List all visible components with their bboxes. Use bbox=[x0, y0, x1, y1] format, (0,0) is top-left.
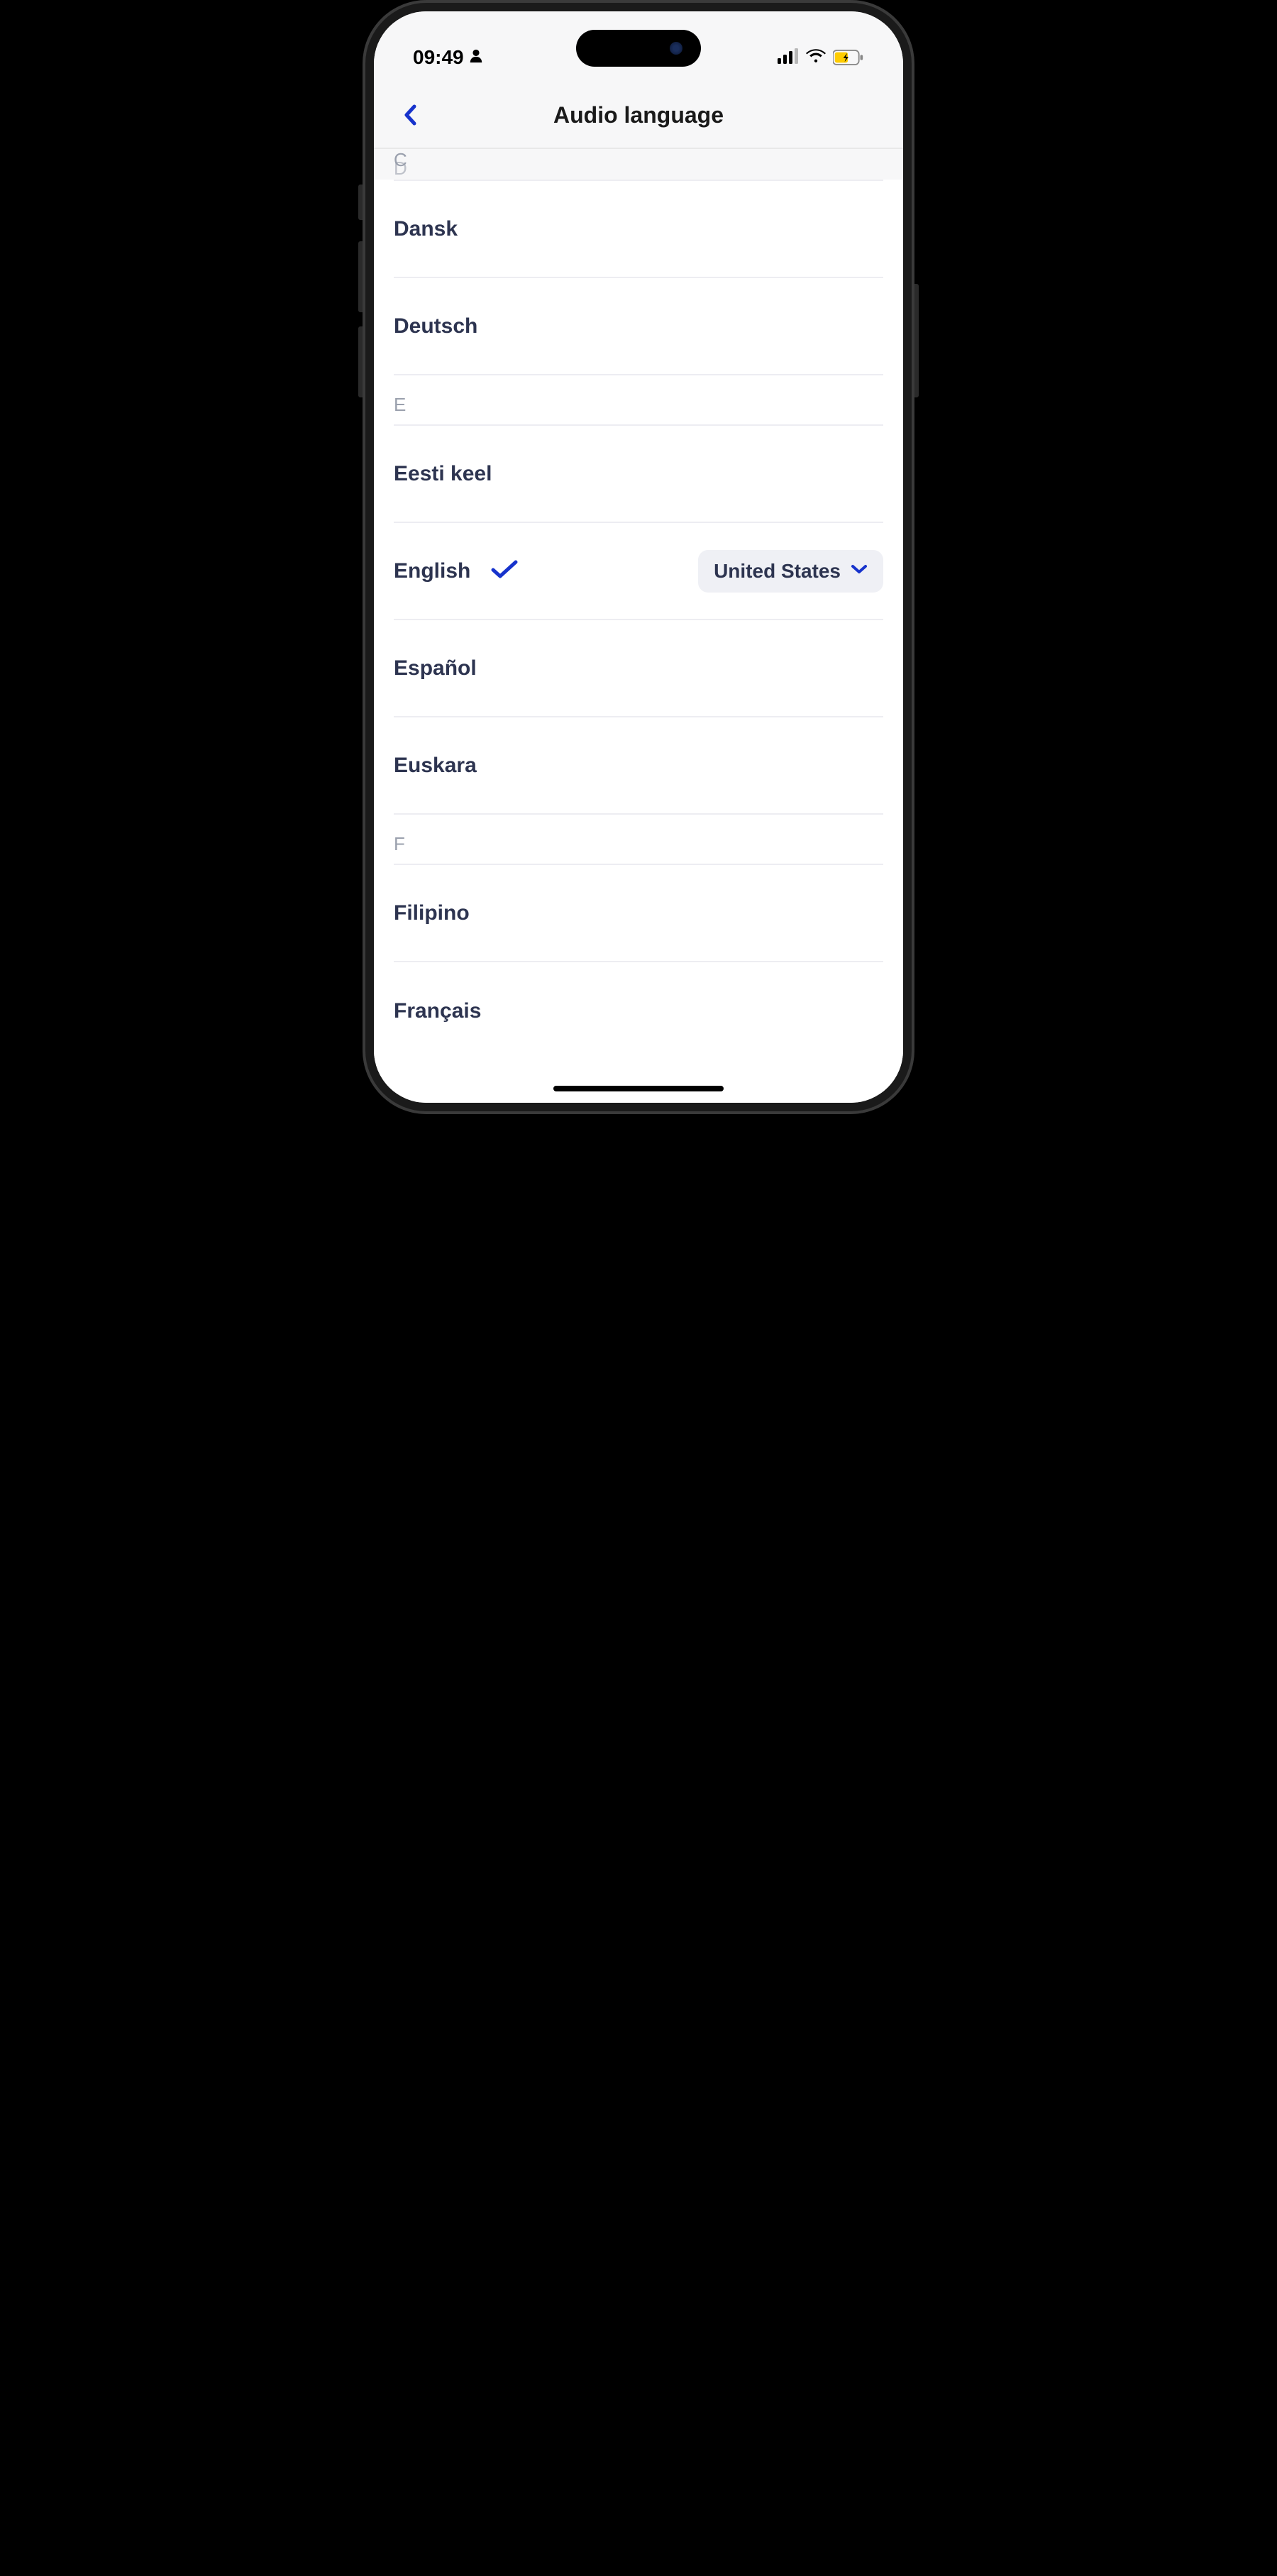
phone-volume-up bbox=[358, 241, 363, 312]
language-item-dansk[interactable]: Dansk bbox=[394, 181, 883, 278]
language-name: English bbox=[394, 559, 470, 583]
header: Audio language bbox=[374, 82, 903, 149]
checkmark-icon bbox=[490, 558, 519, 583]
language-item-english[interactable]: English United States bbox=[394, 523, 883, 620]
chevron-down-icon bbox=[851, 563, 868, 578]
status-time: 09:49 bbox=[413, 46, 464, 69]
phone-frame: 09:49 bbox=[363, 0, 914, 1114]
language-item-espanol[interactable]: Español bbox=[394, 620, 883, 717]
language-name: Deutsch bbox=[394, 314, 477, 338]
page-title: Audio language bbox=[374, 102, 903, 128]
language-item-eesti[interactable]: Eesti keel bbox=[394, 426, 883, 523]
screen: 09:49 bbox=[374, 11, 903, 1103]
phone-side-button bbox=[358, 185, 363, 220]
language-name: Dansk bbox=[394, 217, 458, 241]
dynamic-island bbox=[576, 30, 701, 67]
language-item-filipino[interactable]: Filipino bbox=[394, 865, 883, 962]
region-selector[interactable]: United States bbox=[698, 550, 883, 593]
language-item-francais[interactable]: Français bbox=[394, 962, 883, 1059]
language-name: Filipino bbox=[394, 901, 470, 925]
status-left: 09:49 bbox=[413, 46, 484, 69]
cellular-signal-icon bbox=[778, 48, 799, 67]
section-header-e: E bbox=[394, 375, 883, 426]
language-name: Euskara bbox=[394, 754, 477, 778]
language-name: Français bbox=[394, 999, 481, 1023]
section-header-f: F bbox=[394, 815, 883, 865]
person-icon bbox=[468, 46, 484, 69]
back-button[interactable] bbox=[402, 104, 418, 126]
content[interactable]: C D Dansk Deutsch E Eesti keel bbox=[374, 149, 903, 1103]
wifi-icon bbox=[806, 48, 826, 67]
home-indicator[interactable] bbox=[553, 1086, 724, 1091]
section-header-c: C D bbox=[374, 149, 903, 180]
status-right bbox=[778, 48, 864, 67]
region-text: United States bbox=[714, 560, 841, 583]
phone-volume-down bbox=[358, 326, 363, 397]
language-name: Español bbox=[394, 656, 477, 681]
phone-power-button bbox=[914, 284, 919, 397]
language-item-deutsch[interactable]: Deutsch bbox=[394, 278, 883, 375]
language-name: Eesti keel bbox=[394, 462, 492, 486]
battery-icon bbox=[833, 50, 864, 65]
language-item-euskara[interactable]: Euskara bbox=[394, 717, 883, 815]
